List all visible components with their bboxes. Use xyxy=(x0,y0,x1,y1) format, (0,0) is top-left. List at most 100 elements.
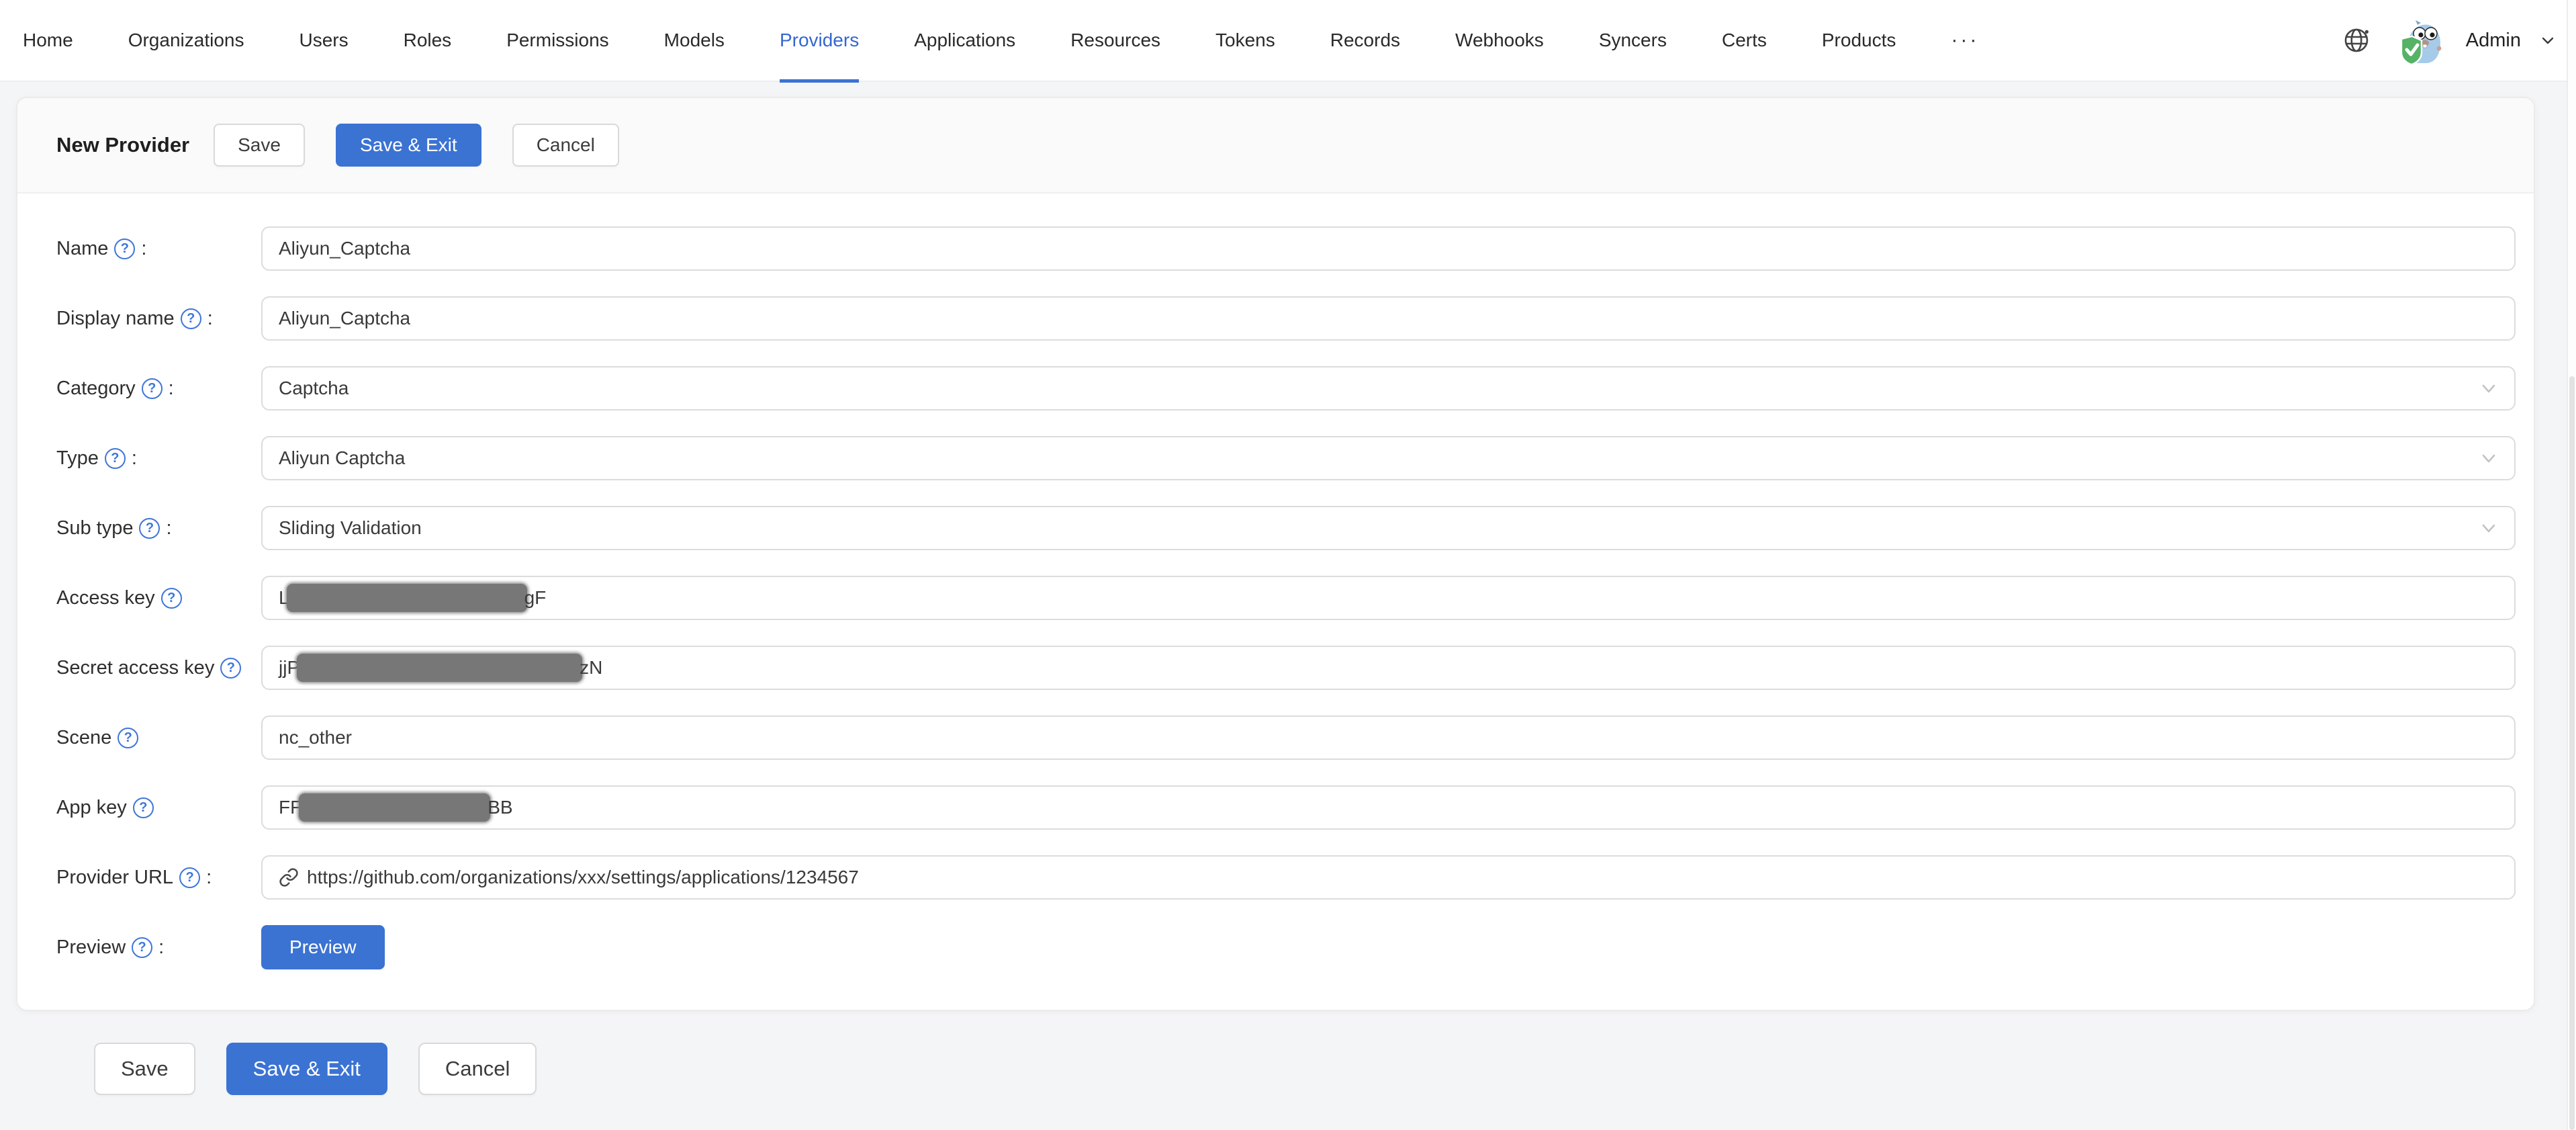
name-input[interactable]: Aliyun_Captcha xyxy=(261,226,2516,271)
nav-item-products[interactable]: Products xyxy=(1822,0,1896,81)
chevron-down-icon xyxy=(2479,519,2498,537)
label-colon: : xyxy=(208,308,213,330)
chevron-down-icon xyxy=(2479,449,2498,468)
field-label: App key ? xyxy=(56,797,261,819)
provider-url-value[interactable]: https://github.com/organizations/xxx/set… xyxy=(307,867,859,888)
provider-url-input[interactable]: https://github.com/organizations/xxx/set… xyxy=(261,855,2516,900)
input-value: nc_other xyxy=(279,727,352,748)
redacted-value-suffix: gF xyxy=(524,587,547,609)
page-content: New Provider Save Save & Exit Cancel Nam… xyxy=(0,82,2576,1095)
label-colon: : xyxy=(158,937,164,959)
nav-overflow-ellipsis[interactable]: ··· xyxy=(1951,0,1979,81)
help-question-icon[interactable]: ? xyxy=(132,937,152,958)
nav-item-providers[interactable]: Providers xyxy=(780,0,859,81)
label-text: Access key xyxy=(56,587,155,609)
save-and-exit-button[interactable]: Save & Exit xyxy=(336,124,481,167)
cancel-button-bottom[interactable]: Cancel xyxy=(418,1043,537,1095)
nav-item-resources[interactable]: Resources xyxy=(1070,0,1160,81)
label-text: Sub type xyxy=(56,517,133,539)
save-button[interactable]: Save xyxy=(214,124,305,167)
top-nav: Home Organizations Users Roles Permissio… xyxy=(0,0,2576,82)
scrollbar-thumb[interactable] xyxy=(2569,376,2575,1130)
username-label[interactable]: Admin xyxy=(2466,30,2521,52)
help-question-icon[interactable]: ? xyxy=(161,588,182,609)
help-question-icon[interactable]: ? xyxy=(181,308,201,329)
field-label: Scene ? xyxy=(56,727,261,749)
label-text: Scene xyxy=(56,727,111,749)
label-colon: : xyxy=(166,517,171,539)
redaction-scribble xyxy=(287,584,527,612)
form-row-type: Type ? : Aliyun Captcha xyxy=(56,436,2516,480)
form-row-provider-url: Provider URL ? : https://github.com/orga… xyxy=(56,855,2516,900)
nav-item-users[interactable]: Users xyxy=(299,0,348,81)
help-question-icon[interactable]: ? xyxy=(105,448,126,469)
save-and-exit-button-bottom[interactable]: Save & Exit xyxy=(226,1043,387,1095)
redacted-value-prefix: FF xyxy=(279,797,302,818)
page-title: New Provider xyxy=(56,133,189,157)
select-value: Captcha xyxy=(279,378,349,399)
access-key-input[interactable]: LgF xyxy=(261,576,2516,620)
field-label: Access key ? xyxy=(56,587,261,609)
form-row-app-key: App key ? FFBB xyxy=(56,785,2516,830)
help-question-icon[interactable]: ? xyxy=(139,518,160,539)
nav-item-models[interactable]: Models xyxy=(664,0,725,81)
label-text: Display name xyxy=(56,308,175,330)
user-avatar[interactable] xyxy=(2395,16,2443,64)
vertical-scrollbar[interactable] xyxy=(2567,0,2576,1130)
form-row-display-name: Display name ? : Aliyun_Captcha xyxy=(56,296,2516,341)
nav-item-organizations[interactable]: Organizations xyxy=(128,0,244,81)
provider-form-card: New Provider Save Save & Exit Cancel Nam… xyxy=(16,97,2535,1011)
select-value: Sliding Validation xyxy=(279,517,422,539)
help-question-icon[interactable]: ? xyxy=(133,797,154,818)
category-select[interactable]: Captcha xyxy=(261,366,2516,410)
form-row-scene: Scene ? nc_other xyxy=(56,715,2516,760)
scene-input[interactable]: nc_other xyxy=(261,715,2516,760)
nav-item-webhooks[interactable]: Webhooks xyxy=(1455,0,1544,81)
help-question-icon[interactable]: ? xyxy=(114,238,135,259)
label-colon: : xyxy=(206,867,212,889)
nav-item-tokens[interactable]: Tokens xyxy=(1215,0,1275,81)
help-question-icon[interactable]: ? xyxy=(118,728,138,748)
form-row-access-key: Access key ? LgF xyxy=(56,576,2516,620)
form-row-secret-access-key: Secret access key ? jjPzN xyxy=(56,646,2516,690)
nav-item-certs[interactable]: Certs xyxy=(1722,0,1767,81)
save-button-bottom[interactable]: Save xyxy=(94,1043,195,1095)
preview-button[interactable]: Preview xyxy=(261,925,385,969)
field-label: Name ? : xyxy=(56,238,261,260)
select-value: Aliyun Captcha xyxy=(279,447,405,469)
app-page: Home Organizations Users Roles Permissio… xyxy=(0,0,2576,1130)
help-question-icon[interactable]: ? xyxy=(142,378,163,399)
language-globe-icon[interactable] xyxy=(2342,26,2372,55)
redaction-scribble xyxy=(297,654,582,682)
type-select[interactable]: Aliyun Captcha xyxy=(261,436,2516,480)
display-name-input[interactable]: Aliyun_Captcha xyxy=(261,296,2516,341)
label-colon: : xyxy=(141,238,146,260)
redacted-value-suffix: zN xyxy=(580,657,602,679)
nav-item-records[interactable]: Records xyxy=(1330,0,1400,81)
secret-access-key-input[interactable]: jjPzN xyxy=(261,646,2516,690)
nav-item-roles[interactable]: Roles xyxy=(404,0,452,81)
field-label: Category ? : xyxy=(56,378,261,400)
nav-item-syncers[interactable]: Syncers xyxy=(1599,0,1667,81)
chevron-down-icon xyxy=(2479,379,2498,398)
form-row-sub-type: Sub type ? : Sliding Validation xyxy=(56,506,2516,550)
user-menu-chevron-down-icon[interactable] xyxy=(2540,32,2556,48)
cancel-button[interactable]: Cancel xyxy=(512,124,619,167)
label-colon: : xyxy=(132,447,137,470)
label-text: Preview xyxy=(56,937,126,959)
nav-item-applications[interactable]: Applications xyxy=(914,0,1015,81)
nav-menu: Home Organizations Users Roles Permissio… xyxy=(23,0,1979,81)
sub-type-select[interactable]: Sliding Validation xyxy=(261,506,2516,550)
card-header: New Provider Save Save & Exit Cancel xyxy=(17,98,2534,193)
label-text: Secret access key xyxy=(56,657,214,679)
field-label: Display name ? : xyxy=(56,308,261,330)
nav-right-cluster: Admin xyxy=(2342,16,2556,64)
help-question-icon[interactable]: ? xyxy=(220,658,241,679)
field-label: Type ? : xyxy=(56,447,261,470)
field-label: Sub type ? : xyxy=(56,517,261,539)
app-key-input[interactable]: FFBB xyxy=(261,785,2516,830)
nav-item-home[interactable]: Home xyxy=(23,0,73,81)
label-text: Type xyxy=(56,447,99,470)
nav-item-permissions[interactable]: Permissions xyxy=(506,0,608,81)
help-question-icon[interactable]: ? xyxy=(179,867,200,888)
